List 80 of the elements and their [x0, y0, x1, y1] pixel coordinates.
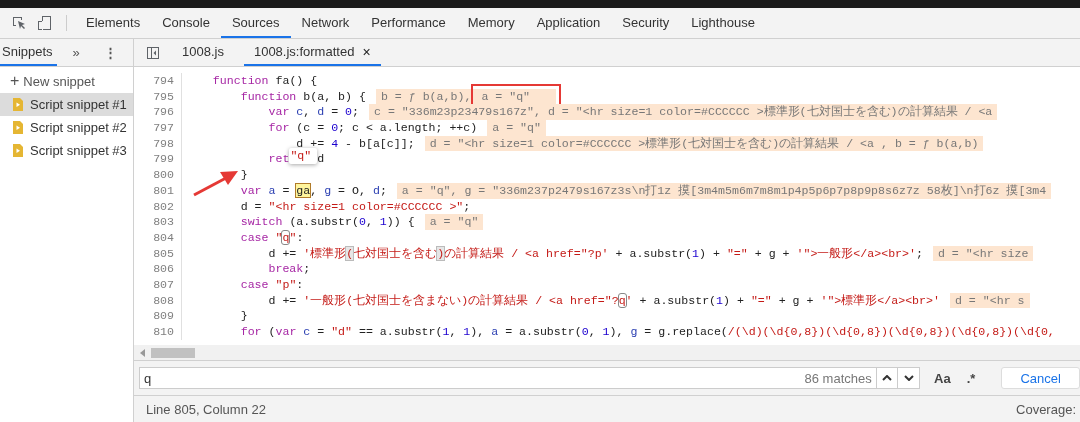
match-case-toggle[interactable]: Aa: [934, 370, 951, 386]
pointer-arrow: [192, 169, 240, 197]
inline-value: d = "<hr s: [949, 292, 1030, 309]
code-line: switch (a.substr(0, 1)) {: [240, 214, 415, 230]
panel-tab[interactable]: Elements: [75, 8, 152, 38]
scrollbar-thumb[interactable]: [151, 347, 195, 358]
line-number: 796: [134, 104, 182, 121]
line-number: 799: [134, 151, 182, 168]
panel-tab[interactable]: Network: [290, 8, 361, 38]
value-tooltip: "q": [289, 148, 318, 165]
close-tab-button[interactable]: ×: [362, 43, 371, 60]
code-line: case "q":: [240, 229, 304, 246]
snippet-file-icon: [13, 98, 23, 111]
line-number: 807: [134, 276, 182, 293]
code-line: break;: [268, 261, 311, 277]
line-number: 797: [134, 120, 182, 136]
snippet-item[interactable]: Script snippet #3: [0, 139, 133, 162]
inline-value: d = "<hr size: [932, 245, 1034, 262]
menu-button[interactable]: ⋮: [97, 39, 123, 66]
search-field[interactable]: q 86 matches: [139, 367, 877, 389]
line-number: 795: [134, 88, 182, 105]
chevron-up-icon: [882, 375, 893, 381]
panel-tab[interactable]: Console: [151, 8, 221, 38]
code-line: }: [240, 308, 248, 324]
panel-tab[interactable]: Performance: [360, 8, 457, 38]
snippet-item[interactable]: Script snippet #1: [0, 93, 133, 116]
code-line: d = "<hr size=1 color=#CCCCCC >";: [240, 198, 471, 215]
code-line: function fa() {: [212, 73, 318, 89]
line-number: 800: [134, 167, 182, 183]
line-number: 806: [134, 261, 182, 277]
file-tab[interactable]: 1008.js: [172, 39, 234, 66]
panel-tab[interactable]: Security: [611, 8, 681, 38]
line-number: 798: [134, 135, 182, 152]
regex-toggle[interactable]: .*: [966, 370, 976, 386]
more-tabs-button[interactable]: »: [66, 39, 86, 66]
line-number: 794: [134, 73, 182, 89]
code-line: ret: [268, 151, 290, 168]
line-number: 805: [134, 245, 182, 262]
code-line: }: [240, 167, 248, 183]
code-line: d: [317, 151, 325, 168]
inline-value: b = ƒ b(a,b),: [375, 88, 477, 105]
code-line: for (var c = "d" == a.substr(1, 1), a = a.substr(0, 1), g = g.replace(/(\d)(\d{0,8})(\d{0,8})(\d{0,8})(\d{0,8})(\d{0,: [240, 324, 1055, 340]
file-tab[interactable]: 1008.js:formatted ×: [243, 39, 381, 66]
device-icon[interactable]: [37, 15, 53, 31]
line-number: 802: [134, 198, 182, 215]
inline-value: a = "q": [424, 214, 484, 230]
new-snippet-link[interactable]: New snippet: [23, 73, 95, 89]
previous-match-button[interactable]: [876, 367, 899, 389]
line-number: 808: [134, 292, 182, 309]
line-number: 803: [134, 214, 182, 230]
snippet-file-icon: [13, 144, 23, 157]
inline-value: c = "336m23p23479s167z", d = "<hr size=1 color=#CCCCCC >標準形(七対国士を含む)の計算結果 / <a: [369, 104, 998, 121]
snippet-file-icon: [13, 121, 23, 134]
coverage-label: Coverage:: [1016, 401, 1076, 417]
next-match-button[interactable]: [898, 367, 920, 389]
code-line: d += '一般形(七対国士を含まない)の計算結果 / <a href="?q' + a.substr(1) + "=" + g + '">標準形</a><br>': [268, 292, 940, 309]
code-line: d += 4 - b[a[c]];: [296, 135, 415, 151]
line-number: 801: [134, 182, 182, 199]
sidebar-toggle-icon[interactable]: [146, 45, 160, 60]
line-number: 810: [134, 324, 182, 340]
line-number: 804: [134, 229, 182, 246]
inline-value: a = "q", g = "336m237p2479s167z3s\n打1z 摸[3m4m5m6m7m8m1p4p5p6p7p8p9p8s6z7z 58枚]\n打6z 摸[3m4: [396, 182, 1052, 199]
panel-tab[interactable]: Memory: [456, 8, 526, 38]
inspect-icon[interactable]: [11, 15, 27, 31]
plus-icon: +: [10, 72, 20, 90]
line-number: 809: [134, 308, 182, 324]
snippet-item[interactable]: Script snippet #2: [0, 116, 133, 139]
code-line: for (c = 0; c < a.length; ++c): [268, 120, 478, 136]
inline-value: d = "<hr size=1 color=#CCCCCC >標準形(七対国士を含む)の計算結果 / <a , b = ƒ b(a,b): [424, 135, 984, 152]
panel-tab[interactable]: Lighthouse: [680, 8, 766, 38]
code-line: var a = ga, g = O, d;: [240, 182, 387, 199]
cursor-position: Line 805, Column 22: [146, 401, 266, 417]
chevron-down-icon: [903, 375, 914, 381]
panel-tab[interactable]: Application: [525, 8, 612, 38]
code-line: function b(a, b) {: [240, 88, 366, 105]
code-line: var c, d = 0;: [268, 104, 359, 121]
navigator-tab[interactable]: Snippets: [0, 39, 57, 66]
cancel-button[interactable]: Cancel: [1001, 367, 1080, 389]
code-line: case "p":: [240, 276, 304, 293]
inline-value: a = "q": [487, 120, 546, 136]
